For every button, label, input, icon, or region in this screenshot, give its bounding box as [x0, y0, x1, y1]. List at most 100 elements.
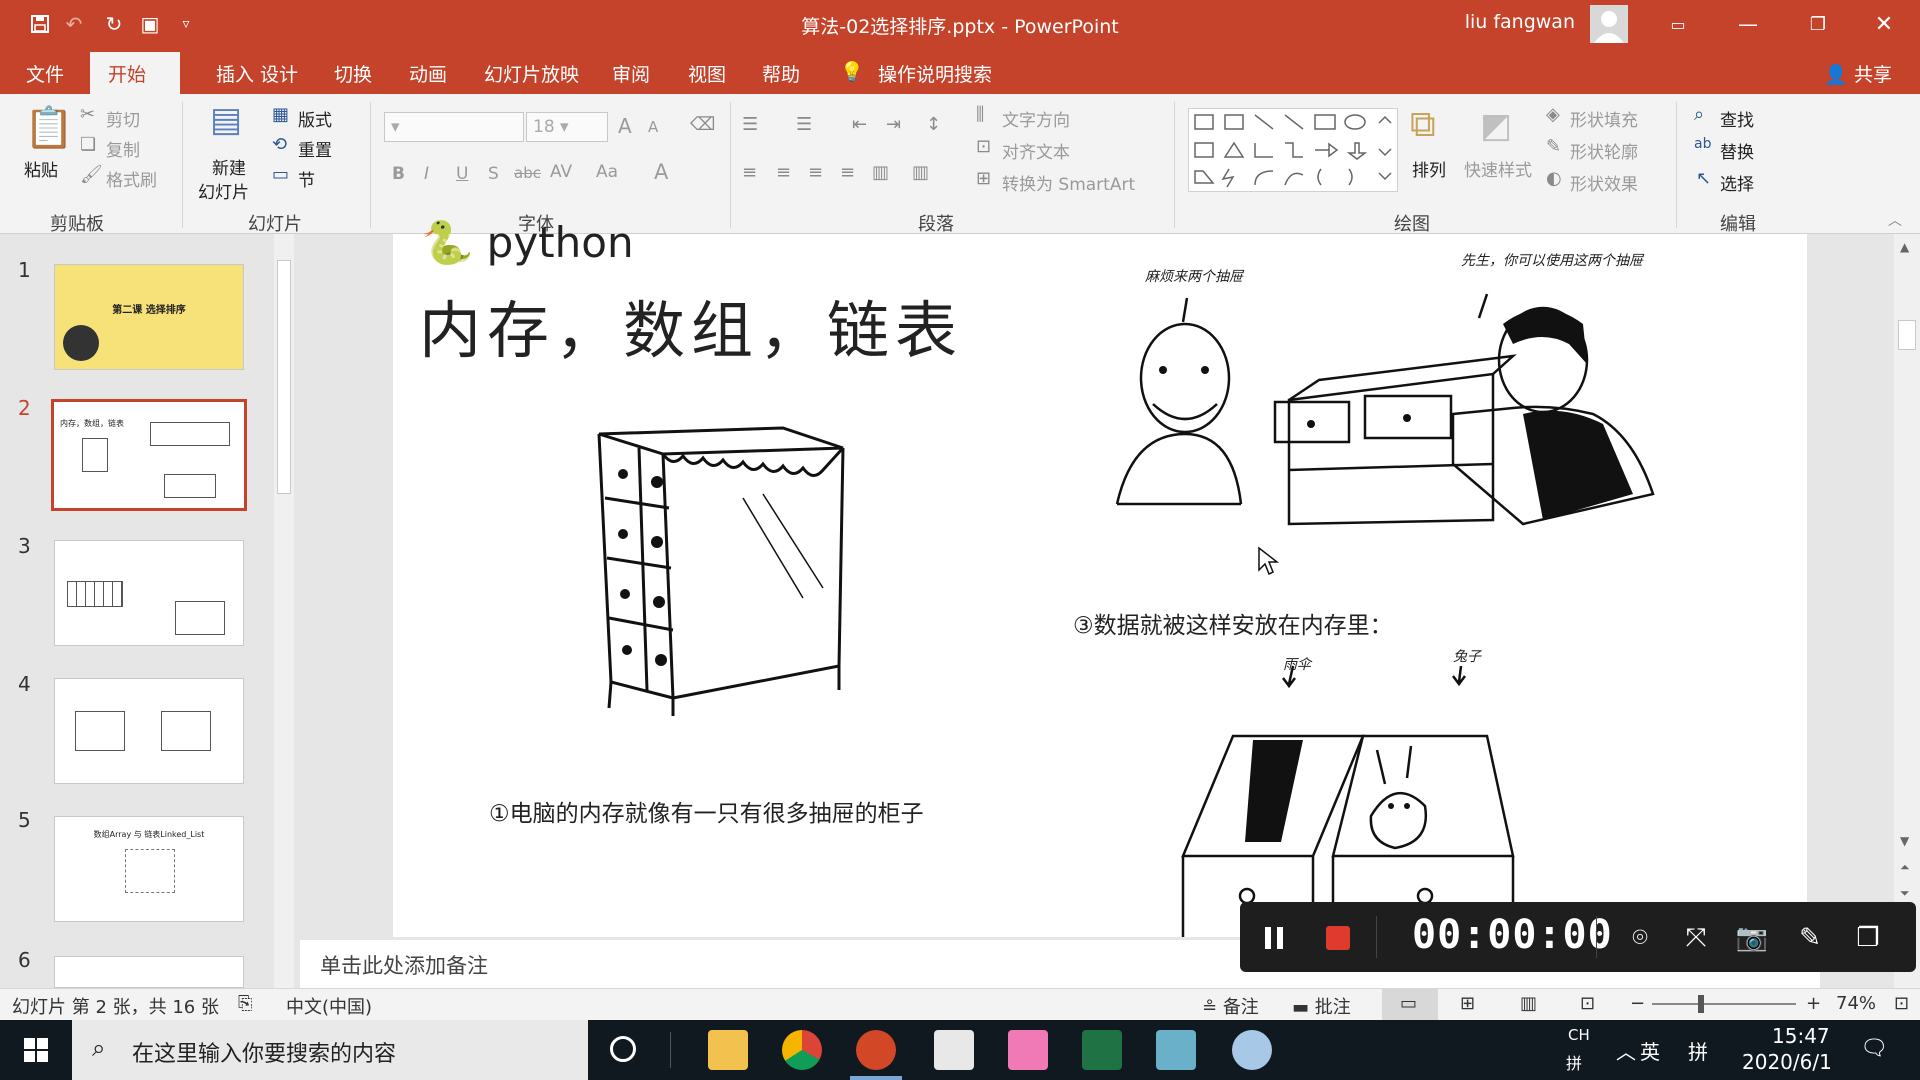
- font-color-button[interactable]: A: [654, 160, 668, 184]
- taskbar-search-box[interactable]: ⌕ 在这里输入你要搜索的内容: [72, 1020, 588, 1080]
- font-size-field[interactable]: 18 ▾: [526, 112, 608, 142]
- new-slide-label-2[interactable]: 幻灯片: [198, 178, 249, 203]
- caption-3[interactable]: ③数据就被这样安放在内存里：: [1073, 606, 1393, 640]
- shapes-gallery[interactable]: [1188, 108, 1398, 192]
- previous-slide-icon[interactable]: ⏶: [1900, 860, 1910, 875]
- shape-fill-button[interactable]: 形状填充: [1570, 106, 1638, 131]
- layout-button[interactable]: 版式: [298, 106, 332, 131]
- line-spacing-icon[interactable]: ↕: [926, 114, 941, 135]
- char-spacing-button[interactable]: AV: [550, 162, 572, 182]
- comments-toggle[interactable]: ▬ 批注: [1292, 993, 1351, 1019]
- tab-view[interactable]: 视图: [688, 60, 726, 87]
- zoom-level[interactable]: 74%: [1836, 993, 1876, 1014]
- pause-icon[interactable]: [1256, 920, 1292, 956]
- underline-button[interactable]: U: [456, 164, 468, 184]
- zoom-slider-thumb[interactable]: [1698, 995, 1704, 1013]
- lightbulb-icon[interactable]: 💡: [840, 60, 864, 83]
- shape-fill-icon[interactable]: ◈: [1546, 104, 1560, 125]
- clear-format-icon[interactable]: ⌫: [690, 114, 715, 135]
- paste-icon[interactable]: 📋: [24, 104, 74, 151]
- smartart-icon[interactable]: ⊞: [976, 168, 991, 189]
- new-slide-label[interactable]: 新建: [212, 154, 246, 179]
- align-center-icon[interactable]: ≡: [776, 162, 791, 183]
- shape-effects-button[interactable]: 形状效果: [1570, 170, 1638, 195]
- shape-outline-icon[interactable]: ✎: [1546, 136, 1561, 157]
- camera-region-icon[interactable]: ⌾: [1622, 920, 1658, 956]
- quick-styles-icon[interactable]: ◩: [1480, 106, 1512, 146]
- numbering-icon[interactable]: ☰: [796, 114, 812, 135]
- pen-icon[interactable]: ✎: [1792, 920, 1828, 956]
- close-button[interactable]: ✕: [1856, 0, 1912, 48]
- bold-button[interactable]: B: [392, 164, 405, 184]
- tab-insert[interactable]: 插入: [216, 60, 254, 87]
- grow-font-button[interactable]: A: [618, 114, 632, 138]
- avatar[interactable]: [1590, 5, 1628, 43]
- slide-thumbnail-6[interactable]: [54, 956, 244, 988]
- undo-icon[interactable]: ↶: [60, 10, 88, 38]
- italic-button[interactable]: I: [424, 164, 429, 184]
- text-direction-icon[interactable]: ⫼: [976, 104, 984, 125]
- change-case-button[interactable]: Aa: [596, 162, 618, 182]
- slide-thumbnail-2[interactable]: 内存，数组，链表: [51, 399, 247, 511]
- tab-slideshow[interactable]: 幻灯片放映: [484, 60, 579, 87]
- clock-time[interactable]: 15:47: [1772, 1024, 1830, 1048]
- font-name-field[interactable]: ▾: [384, 112, 524, 142]
- screenshot-camera-icon[interactable]: 📷: [1734, 920, 1770, 956]
- select-icon[interactable]: ↖: [1696, 168, 1711, 189]
- restore-button[interactable]: ❐: [1790, 0, 1846, 48]
- slide-canvas[interactable]: 🐍 python 内存，数组，链表 ①电脑的内存就像有一只有很多抽屉的柜子 麻烦…: [393, 218, 1807, 937]
- copy-button[interactable]: 复制: [106, 136, 140, 161]
- chrome-icon[interactable]: [782, 1030, 822, 1070]
- tab-review[interactable]: 审阅: [612, 60, 650, 87]
- user-name[interactable]: liu fangwan: [1465, 11, 1575, 33]
- strikethrough-button[interactable]: abc: [514, 164, 541, 182]
- ime-mode[interactable]: 拼: [1688, 1036, 1708, 1065]
- powerpoint-icon[interactable]: [856, 1030, 896, 1070]
- notes-app-icon[interactable]: [1156, 1030, 1196, 1070]
- shape-effects-icon[interactable]: ◐: [1546, 168, 1562, 189]
- find-button[interactable]: 查找: [1720, 106, 1754, 131]
- justify-icon[interactable]: ≡: [840, 162, 855, 183]
- convert-smartart-button[interactable]: 转换为 SmartArt: [1002, 170, 1135, 195]
- format-painter-button[interactable]: 格式刷: [106, 166, 157, 191]
- quick-styles-button[interactable]: 快速样式: [1464, 156, 1532, 181]
- text-direction-button[interactable]: 文字方向: [1002, 106, 1070, 131]
- tab-file[interactable]: 文件: [26, 60, 64, 87]
- reset-button[interactable]: 重置: [298, 136, 332, 161]
- notification-icon[interactable]: 🗨: [1860, 1036, 1888, 1061]
- drawers-illustration[interactable]: [1163, 666, 1583, 937]
- slide-scrollbar[interactable]: ▲ ▼ ⏶ ⏷: [1894, 234, 1920, 988]
- language-toggle[interactable]: 英: [1640, 1036, 1660, 1065]
- language-indicator[interactable]: 中文(中国): [286, 993, 372, 1019]
- paste-button[interactable]: 粘贴: [24, 156, 58, 181]
- minimize-button[interactable]: —: [1720, 0, 1776, 48]
- cartoon-illustration[interactable]: [1093, 284, 1659, 534]
- cut-icon[interactable]: ✂: [80, 104, 95, 125]
- decrease-indent-icon[interactable]: ⇤: [852, 114, 867, 135]
- slide-thumbnail-4[interactable]: [54, 678, 244, 784]
- ime-indicator-2[interactable]: 拼: [1566, 1050, 1582, 1074]
- shape-outline-button[interactable]: 形状轮廓: [1570, 138, 1638, 163]
- ribbon-display-options-icon[interactable]: ▭: [1650, 0, 1706, 48]
- scroll-thumb[interactable]: [1898, 320, 1916, 350]
- tab-design[interactable]: 设计: [260, 60, 298, 87]
- select-button[interactable]: 选择: [1720, 170, 1754, 195]
- spellcheck-icon[interactable]: ⎘: [238, 993, 252, 1014]
- align-right-icon[interactable]: ≡: [808, 162, 823, 183]
- slide-thumbnail-5[interactable]: 数组Array 与 链表Linked_List: [54, 816, 244, 922]
- file-explorer-icon[interactable]: [708, 1030, 748, 1070]
- slide-thumbnail-1[interactable]: 第二课 选择排序: [54, 264, 244, 370]
- new-slide-icon[interactable]: ▤: [210, 100, 242, 140]
- stop-record-button[interactable]: [1320, 920, 1356, 956]
- windows-start-icon[interactable]: [0, 1020, 72, 1080]
- align-text-button[interactable]: 对齐文本: [1002, 138, 1070, 163]
- reading-view-icon[interactable]: ▥: [1520, 993, 1537, 1014]
- start-from-beginning-icon[interactable]: ▣: [136, 10, 164, 38]
- fullscreen-icon[interactable]: ⤧: [1678, 920, 1714, 956]
- bilibili-icon[interactable]: [1008, 1030, 1048, 1070]
- tab-help[interactable]: 帮助: [762, 60, 800, 87]
- paint-icon[interactable]: [1232, 1030, 1272, 1070]
- format-painter-icon[interactable]: 🖌: [80, 164, 103, 185]
- python-editor-icon[interactable]: [934, 1030, 974, 1070]
- collapse-ribbon-icon[interactable]: ︿: [1888, 210, 1902, 230]
